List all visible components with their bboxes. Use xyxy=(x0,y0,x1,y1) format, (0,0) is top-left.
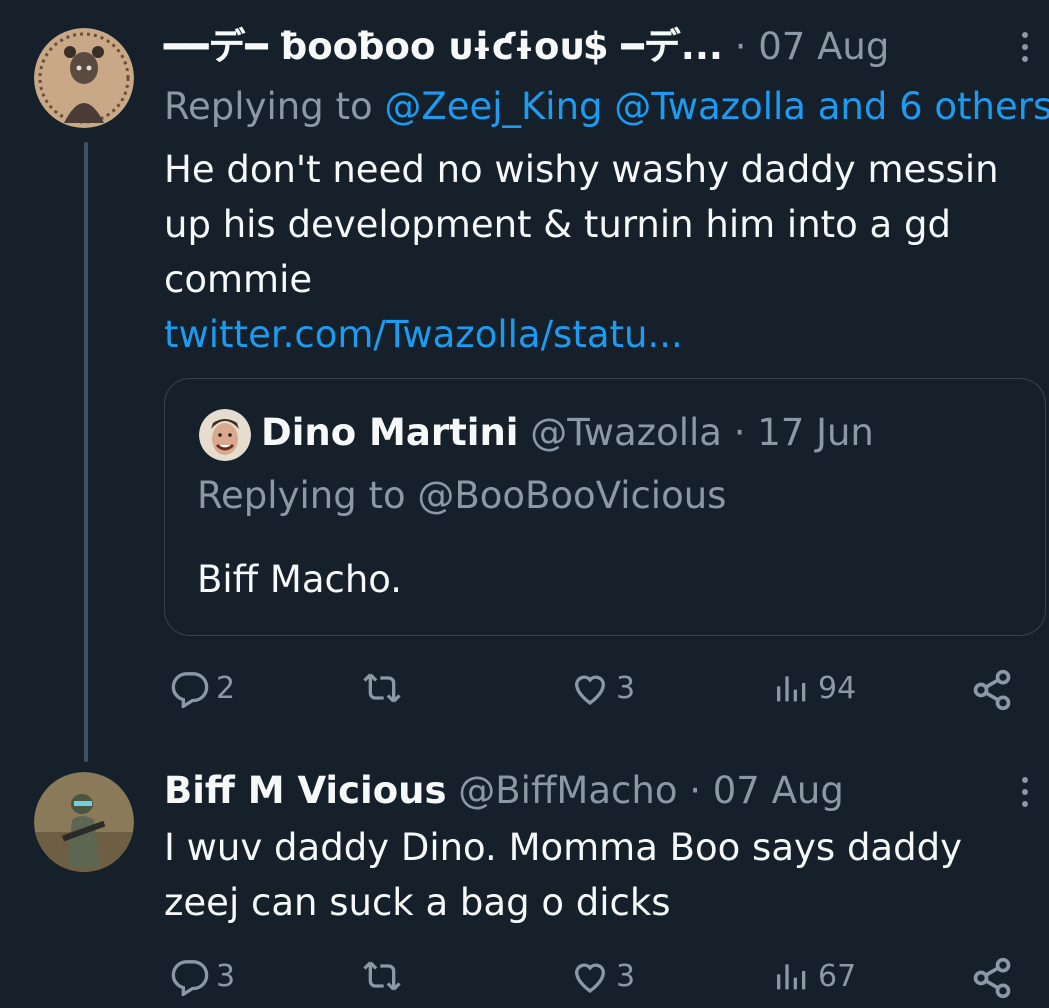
share-button[interactable] xyxy=(970,668,1014,712)
tweet-text-line: He don't need no wishy washy daddy messi… xyxy=(164,148,999,191)
quote-avatar-image xyxy=(199,409,251,461)
reply-button[interactable]: 2 xyxy=(170,668,235,708)
views-icon xyxy=(777,676,806,702)
tweet-header: ━━デ━ ƀooƀoo ᴜɨƈɨoᴜ$ ━デ... · 07 Aug xyxy=(164,24,889,70)
avatar-image xyxy=(34,772,134,872)
retweet-icon xyxy=(363,961,401,991)
tweet-date[interactable]: · 07 Aug xyxy=(735,25,890,68)
reply-count: 2 xyxy=(216,670,236,706)
retweet-icon xyxy=(363,673,401,703)
replying-to: Replying to @Zeej_King @Twazolla and 6 o… xyxy=(164,84,1049,130)
tweet-header: Biff M Vicious @BiffMacho · 07 Aug xyxy=(164,768,844,814)
more-icon[interactable] xyxy=(1015,27,1035,67)
replying-handles-link[interactable]: @Zeej_King @Twazolla and 6 others xyxy=(384,85,1049,128)
like-button[interactable]: 3 xyxy=(570,668,635,708)
like-button[interactable]: 3 xyxy=(570,956,635,996)
quote-header: Dino Martini @Twazolla · 17 Jun xyxy=(261,410,874,456)
tweet-actions: 3 3 67 xyxy=(0,952,1049,1004)
tweet-date[interactable]: · 07 Aug xyxy=(689,769,844,812)
reply-button[interactable]: 3 xyxy=(170,956,235,996)
reply-icon xyxy=(171,960,209,996)
tweet-text-line: commie xyxy=(164,258,313,301)
quote-replying-handle[interactable]: @BooBooVicious xyxy=(417,474,726,517)
tweet-actions: 2 3 94 xyxy=(0,664,1049,716)
retweet-button[interactable] xyxy=(362,668,408,708)
avatar[interactable] xyxy=(34,28,134,128)
tweet-text: He don't need no wishy washy daddy messi… xyxy=(164,142,1034,362)
views-count: 94 xyxy=(818,670,857,706)
handle[interactable]: @BiffMacho xyxy=(458,769,677,812)
like-count: 3 xyxy=(616,958,636,994)
quote-avatar[interactable] xyxy=(199,409,251,461)
views-button[interactable]: 67 xyxy=(772,956,856,996)
avatar[interactable] xyxy=(34,772,134,872)
display-name[interactable]: ━━デ━ ƀooƀoo ᴜɨƈɨoᴜ$ ━デ... xyxy=(164,25,723,68)
quote-handle[interactable]: @Twazolla xyxy=(530,411,722,454)
avatar-image xyxy=(34,28,134,128)
tweet-link[interactable]: twitter.com/Twazolla/statu... xyxy=(164,307,1034,362)
tweet-2[interactable]: Biff M Vicious @BiffMacho · 07 Aug I wuv… xyxy=(0,740,1049,1008)
like-icon xyxy=(574,675,606,706)
replying-label: Replying to xyxy=(164,85,373,128)
retweet-button[interactable] xyxy=(362,956,408,996)
views-count: 67 xyxy=(818,958,857,994)
quote-display-name[interactable]: Dino Martini xyxy=(261,411,518,454)
share-icon xyxy=(973,957,1011,999)
like-count: 3 xyxy=(616,670,636,706)
tweet-text-line: zeej can suck a bag o dicks xyxy=(164,881,671,924)
tweet-text-line: up his development & turnin him into a g… xyxy=(164,203,951,246)
tweet-text: I wuv daddy Dino. Momma Boo says daddy z… xyxy=(164,820,1034,930)
reply-icon xyxy=(171,672,209,708)
quoted-tweet[interactable]: Dino Martini @Twazolla · 17 Jun Replying… xyxy=(164,378,1046,636)
tweet-1[interactable]: ━━デ━ ƀooƀoo ᴜɨƈɨoᴜ$ ━デ... · 07 Aug Reply… xyxy=(0,0,1049,740)
quote-replying-to: Replying to @BooBooVicious xyxy=(197,473,726,519)
share-icon xyxy=(973,669,1011,711)
tweet-text-line: I wuv daddy Dino. Momma Boo says daddy xyxy=(164,826,962,869)
quote-text: Biff Macho. xyxy=(197,558,403,601)
views-button[interactable]: 94 xyxy=(772,668,856,708)
reply-count: 3 xyxy=(216,958,236,994)
display-name[interactable]: Biff M Vicious xyxy=(164,769,447,812)
more-icon[interactable] xyxy=(1015,772,1035,812)
share-button[interactable] xyxy=(970,956,1014,1000)
views-icon xyxy=(777,964,806,990)
quote-date[interactable]: · 17 Jun xyxy=(734,411,874,454)
quote-replying-label: Replying to xyxy=(197,474,406,517)
like-icon xyxy=(574,963,606,994)
